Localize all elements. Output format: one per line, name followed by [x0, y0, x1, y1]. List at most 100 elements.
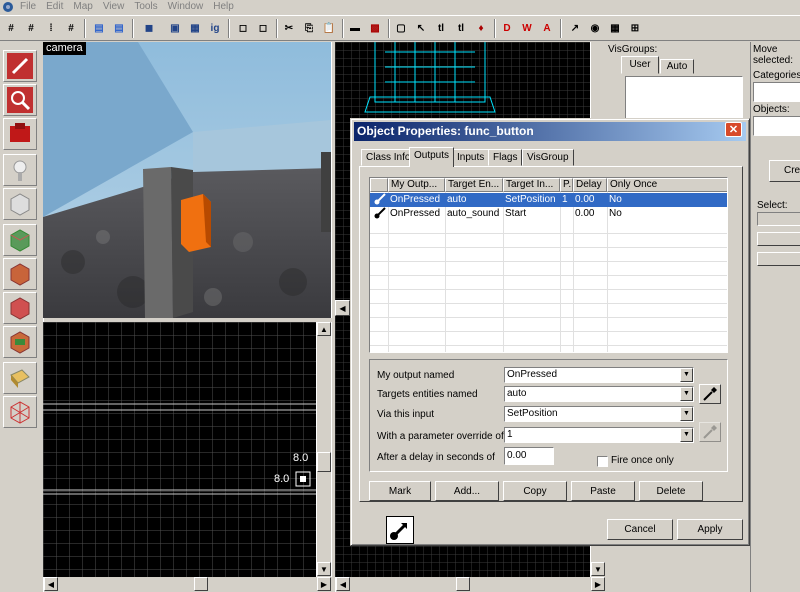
column-header-param[interactable]: P.: [560, 178, 573, 192]
tab-user[interactable]: User: [621, 56, 659, 74]
menu-window[interactable]: Window: [163, 1, 209, 13]
ungroup-icon[interactable]: ▤: [110, 19, 128, 37]
apply-button[interactable]: Apply: [677, 519, 743, 540]
entity-report-icon[interactable]: ♦: [472, 19, 490, 37]
cut-icon[interactable]: ✂: [280, 19, 298, 37]
grid-toggle-icon[interactable]: #: [2, 19, 20, 37]
column-header-target[interactable]: Target En...: [445, 178, 503, 192]
run-map-icon[interactable]: D: [498, 19, 516, 37]
camera-tool-icon[interactable]: [3, 118, 37, 150]
hollow-icon[interactable]: ▣: [166, 19, 184, 37]
categories-combo[interactable]: [753, 82, 800, 102]
select-field[interactable]: [757, 212, 800, 226]
scroll-left-icon[interactable]: ◀: [336, 577, 350, 591]
view-icon[interactable]: ⊞: [626, 19, 644, 37]
select-button-2[interactable]: [757, 252, 800, 266]
texture-lock-icon[interactable]: ▬: [346, 19, 364, 37]
target-entities-combo[interactable]: auto ▼: [504, 386, 694, 402]
output-named-combo[interactable]: OnPressed ▼: [504, 367, 694, 383]
fire-once-checkbox[interactable]: [597, 456, 608, 467]
chevron-down-icon[interactable]: ▼: [680, 407, 693, 421]
chevron-down-icon[interactable]: ▼: [680, 368, 693, 382]
solid-icon[interactable]: ◻: [254, 19, 272, 37]
dialog-title[interactable]: Object Properties: func_button: [354, 122, 746, 141]
add-button[interactable]: Add...: [435, 481, 499, 501]
menu-view[interactable]: View: [98, 1, 130, 13]
delete-button[interactable]: Delete: [639, 481, 703, 501]
overlay-tool-icon[interactable]: [3, 326, 37, 358]
paste-button[interactable]: Paste: [571, 481, 635, 501]
eyedropper-icon[interactable]: [699, 384, 721, 404]
tab-auto[interactable]: Auto: [660, 59, 694, 74]
menu-edit[interactable]: Edit: [41, 1, 68, 13]
camera-icon[interactable]: ◉: [586, 19, 604, 37]
paste-icon[interactable]: 📋: [320, 19, 338, 37]
tab-inputs[interactable]: Inputs: [452, 149, 490, 166]
create-prefab-button[interactable]: Cre: [769, 160, 800, 182]
mark-button[interactable]: Mark: [369, 481, 431, 501]
top-hscrollbar[interactable]: ◀ ▶: [335, 577, 605, 592]
2d-viewport[interactable]: [43, 322, 331, 577]
2d-hscrollbar[interactable]: ◀ ▶: [43, 577, 331, 592]
tab-outputs[interactable]: Outputs: [409, 147, 455, 167]
clip-icon[interactable]: ▦: [186, 19, 204, 37]
table-row[interactable]: OnPressed auto_sound Start 0.00 No: [370, 207, 727, 221]
grid-dots-icon[interactable]: ⁞: [42, 19, 60, 37]
entity-tool-icon[interactable]: [3, 154, 37, 186]
menu-map[interactable]: Map: [68, 1, 97, 13]
splitter-horizontal[interactable]: [43, 318, 335, 322]
compile-icon[interactable]: A: [538, 19, 556, 37]
outputs-table[interactable]: My Outp... Target En... Target In... P. …: [369, 177, 728, 353]
hscroll-thumb[interactable]: [194, 577, 208, 591]
block-tool-icon[interactable]: [3, 188, 37, 220]
vertex-icon[interactable]: ig: [206, 19, 224, 37]
decal-tool-icon[interactable]: [3, 292, 37, 324]
clipping-tool-icon[interactable]: [3, 362, 37, 394]
texture-browser-icon[interactable]: ▦: [606, 19, 624, 37]
scroll-thumb[interactable]: [317, 452, 331, 472]
tool-tl2-icon[interactable]: tl: [452, 19, 470, 37]
column-header-delay[interactable]: Delay: [573, 178, 607, 192]
menu-tools[interactable]: Tools: [129, 1, 162, 13]
scroll-down-icon[interactable]: ▼: [591, 562, 605, 576]
scroll-down-icon[interactable]: ▼: [317, 562, 331, 576]
magnify-tool-icon[interactable]: [3, 84, 37, 116]
menu-help[interactable]: Help: [208, 1, 239, 13]
cancel-button[interactable]: Cancel: [607, 519, 673, 540]
chevron-down-icon[interactable]: ▼: [680, 428, 693, 442]
copy-button[interactable]: Copy: [503, 481, 567, 501]
scroll-right-icon[interactable]: ▶: [317, 577, 331, 591]
scroll-right-icon[interactable]: ▶: [591, 577, 605, 591]
parameter-override-combo[interactable]: 1 ▼: [504, 427, 694, 443]
column-header-icon[interactable]: [370, 178, 388, 192]
selection-tool-icon[interactable]: [3, 50, 37, 82]
texture-scale-icon[interactable]: ▩: [366, 19, 384, 37]
wireframe-icon[interactable]: ◻: [234, 19, 252, 37]
copy-icon[interactable]: ⎘: [300, 19, 318, 37]
carve-icon[interactable]: ◼: [140, 19, 158, 37]
texture-tool-icon[interactable]: [3, 224, 37, 256]
select-face-icon[interactable]: ↖: [412, 19, 430, 37]
scroll-left-icon[interactable]: ◀: [335, 300, 350, 316]
camera-viewport[interactable]: [43, 42, 331, 318]
tab-visgroup[interactable]: VisGroup: [522, 149, 574, 166]
select-button-1[interactable]: [757, 232, 800, 246]
selection-icon[interactable]: ▢: [392, 19, 410, 37]
2d-vscrollbar[interactable]: ▲ ▼: [316, 322, 331, 577]
scroll-left-icon[interactable]: ◀: [44, 577, 58, 591]
cursor-icon[interactable]: ↗: [566, 19, 584, 37]
grid-3d-icon[interactable]: #: [22, 19, 40, 37]
via-input-combo[interactable]: SetPosition ▼: [504, 406, 694, 422]
group-icon[interactable]: ▤: [90, 19, 108, 37]
objects-combo[interactable]: [753, 116, 800, 136]
tool-tl-icon[interactable]: tl: [432, 19, 450, 37]
tab-class-info[interactable]: Class Info: [361, 149, 416, 166]
grid-size-icon[interactable]: #: [62, 19, 80, 37]
check-map-icon[interactable]: W: [518, 19, 536, 37]
delay-input[interactable]: 0.00: [504, 447, 554, 465]
chevron-down-icon[interactable]: ▼: [680, 387, 693, 401]
column-header-input[interactable]: Target In...: [503, 178, 560, 192]
apply-texture-icon[interactable]: [3, 258, 37, 290]
hscroll-thumb[interactable]: [456, 577, 470, 591]
menu-file[interactable]: File: [15, 1, 41, 13]
